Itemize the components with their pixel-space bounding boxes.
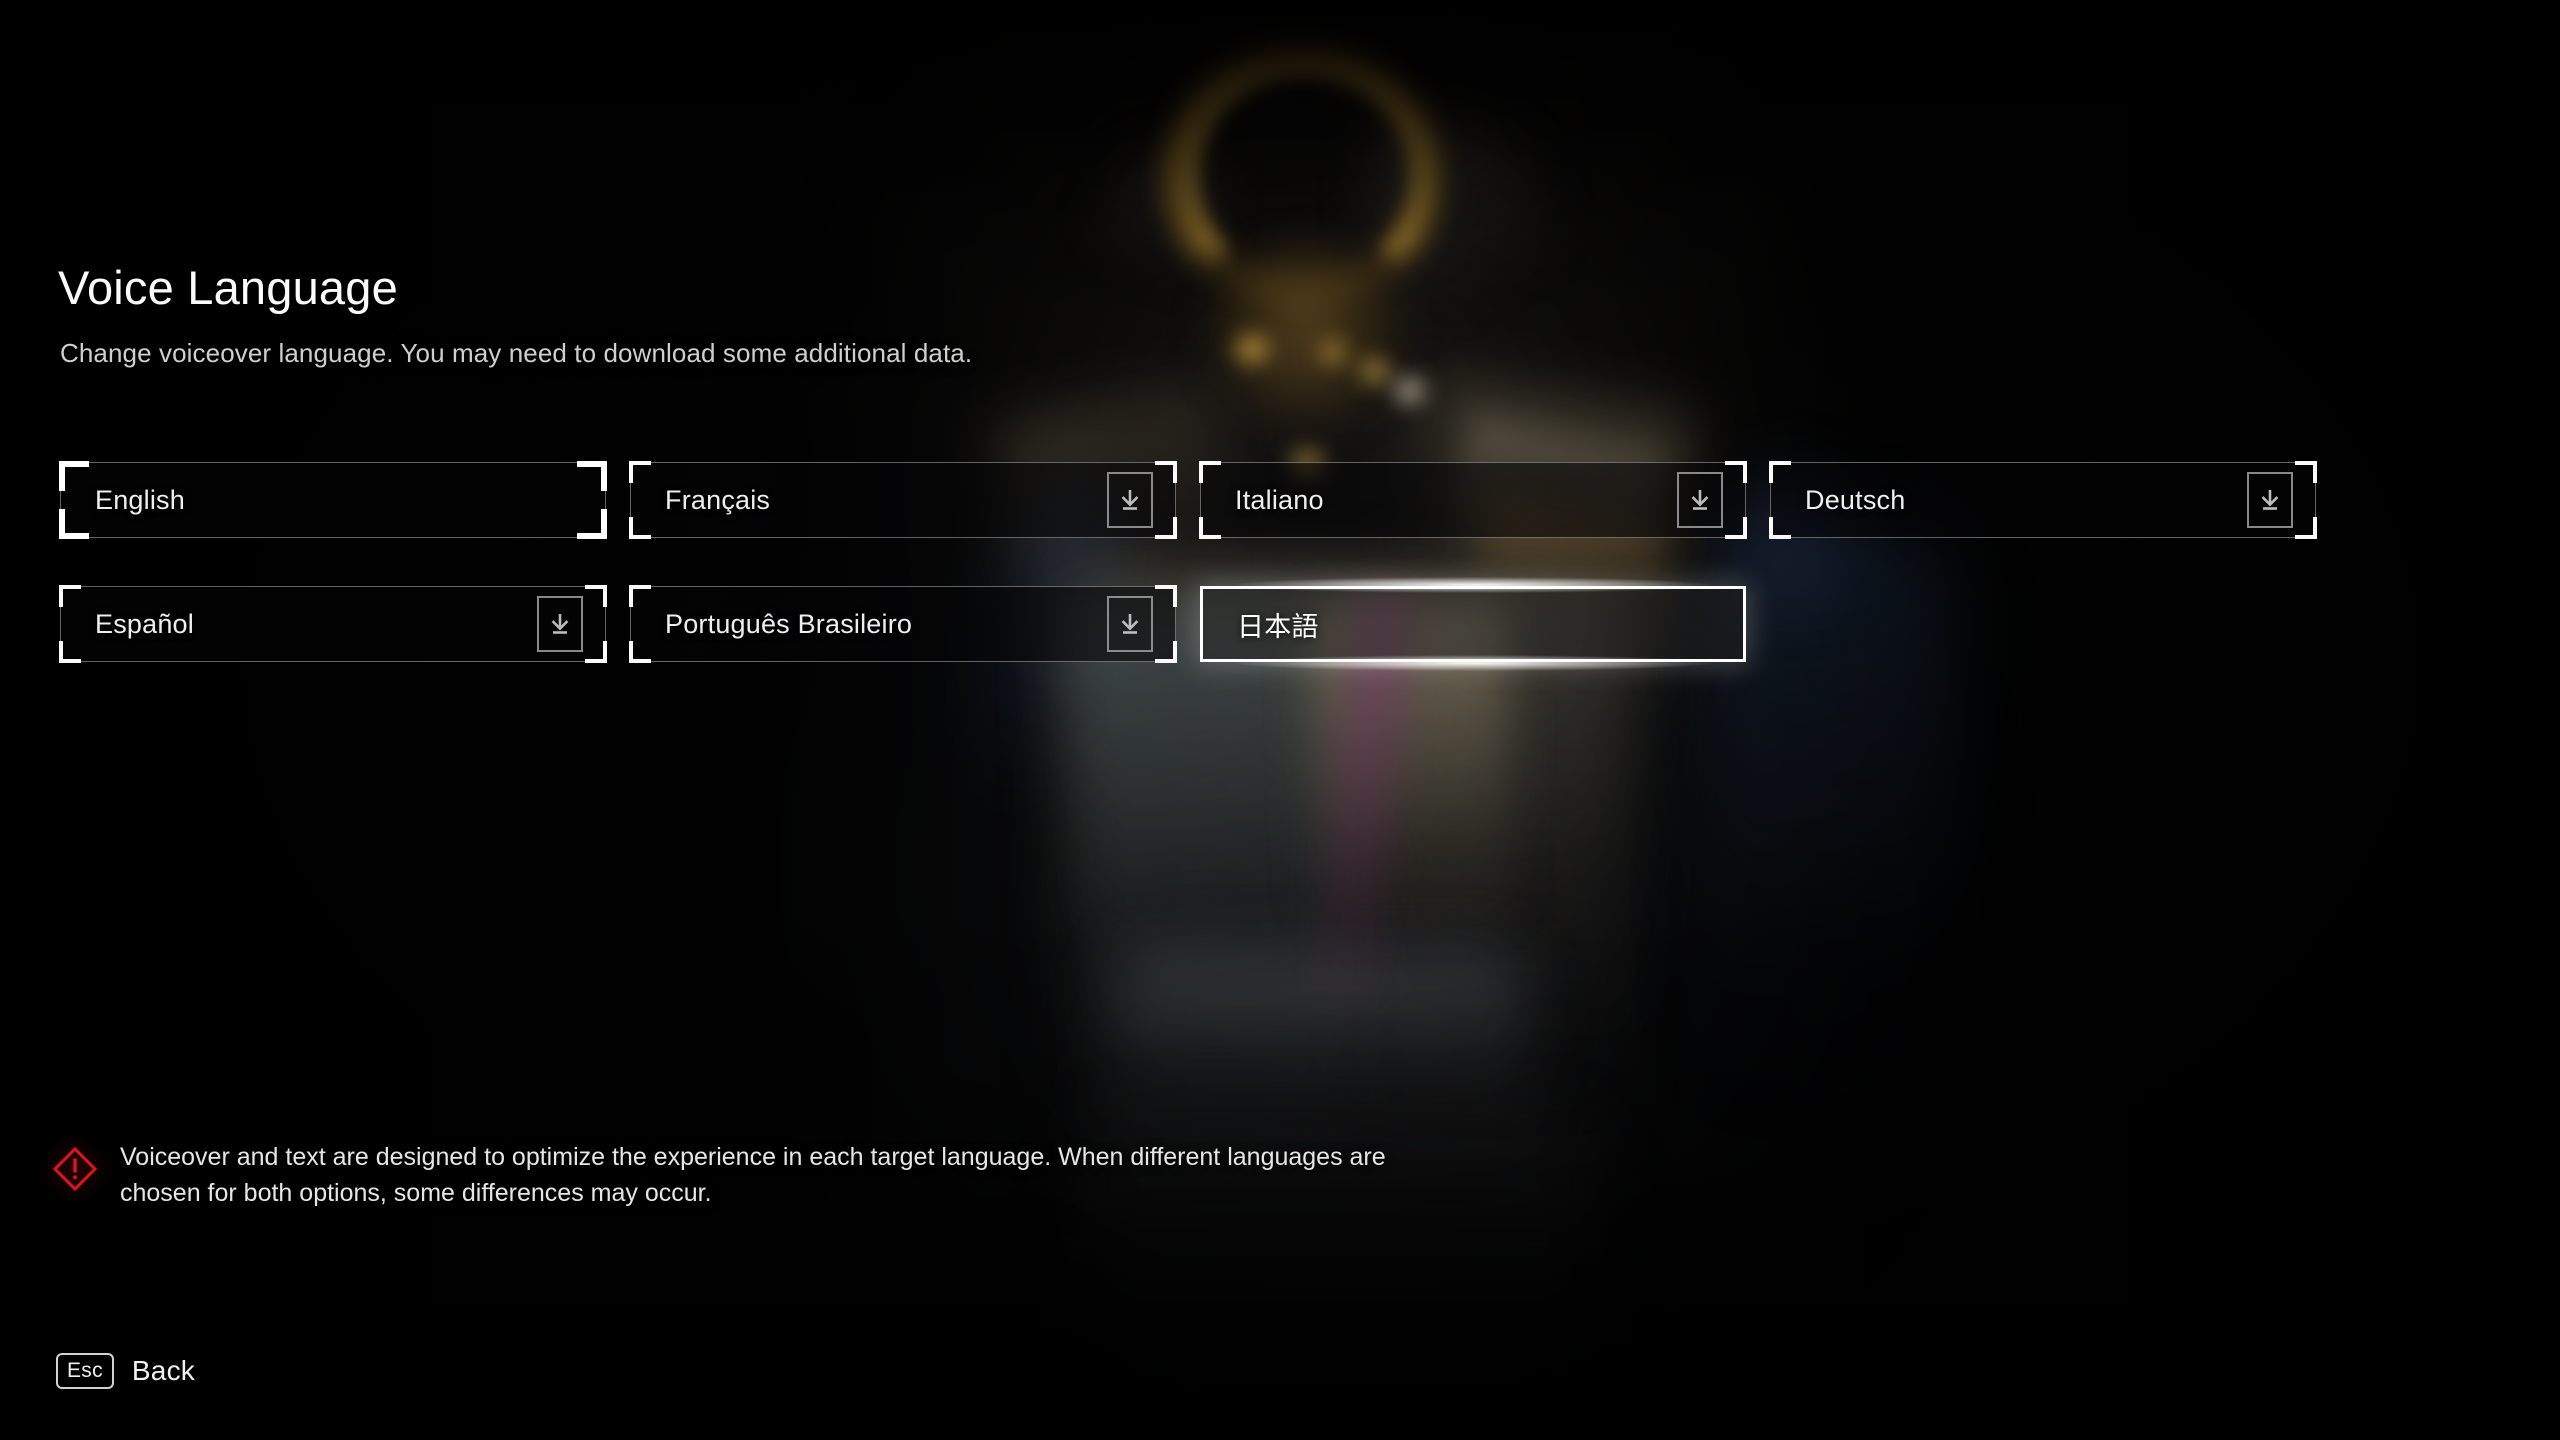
language-option-2[interactable]: Italiano [1199,461,1747,539]
download-icon[interactable] [2247,472,2293,528]
language-option-label: Português Brasileiro [665,608,913,639]
corner-bracket-tr [1725,461,1747,483]
corner-bracket-bl [1199,517,1221,539]
corner-bracket-bl [59,509,89,539]
warning-text: Voiceover and text are designed to optim… [120,1143,1386,1207]
download-icon[interactable] [1107,596,1153,652]
language-option-4[interactable]: Español [59,585,607,663]
corner-bracket-bl [629,517,651,539]
language-option-label: Español [95,608,194,639]
corner-bracket-tr [1155,461,1177,483]
language-option-label: Deutsch [1805,484,1906,515]
corner-bracket-br [1725,517,1747,539]
language-option-grid: English Français Italiano Deutsch Español Por… [59,461,2317,671]
corner-bracket-br [2295,517,2317,539]
corner-bracket-tl [1769,461,1791,483]
corner-bracket-tl [59,461,89,491]
page-subtitle: Change voiceover language. You may need … [60,338,973,368]
language-option-0[interactable]: English [59,461,607,539]
download-icon[interactable] [537,596,583,652]
download-icon[interactable] [1677,472,1723,528]
corner-bracket-br [577,509,607,539]
corner-bracket-bl [629,641,651,663]
corner-bracket-tl [629,585,651,607]
language-option-label: Français [665,484,771,515]
corner-bracket-tr [577,461,607,491]
corner-bracket-br [585,641,607,663]
corner-bracket-br [1155,641,1177,663]
language-option-label: 日本語 [1237,611,1319,642]
language-option-5[interactable]: Português Brasileiro [629,585,1177,663]
download-icon[interactable] [1107,472,1153,528]
corner-bracket-tr [1155,585,1177,607]
back-label: Back [131,1355,195,1386]
voice-language-screen: Voice Language Change voiceover language… [0,0,2560,1440]
corner-bracket-tr [585,585,607,607]
warning-notice: Voiceover and text are designed to optim… [52,1140,1472,1211]
language-option-1[interactable]: Français [629,461,1177,539]
corner-bracket-tl [59,585,81,607]
language-option-6[interactable]: 日本語 [1200,577,1746,671]
corner-bracket-bl [1769,517,1791,539]
corner-bracket-tl [629,461,651,483]
language-option-label: Italiano [1235,484,1324,515]
language-option-3[interactable]: Deutsch [1769,461,2317,539]
back-button[interactable]: Esc Back [56,1353,195,1389]
corner-bracket-tl [1199,461,1221,483]
corner-bracket-br [1155,517,1177,539]
esc-key-hint: Esc [56,1353,114,1389]
warning-diamond-icon [52,1146,98,1192]
corner-bracket-tr [2295,461,2317,483]
page-title: Voice Language [58,261,398,314]
language-option-label: English [95,484,185,515]
corner-bracket-bl [59,641,81,663]
